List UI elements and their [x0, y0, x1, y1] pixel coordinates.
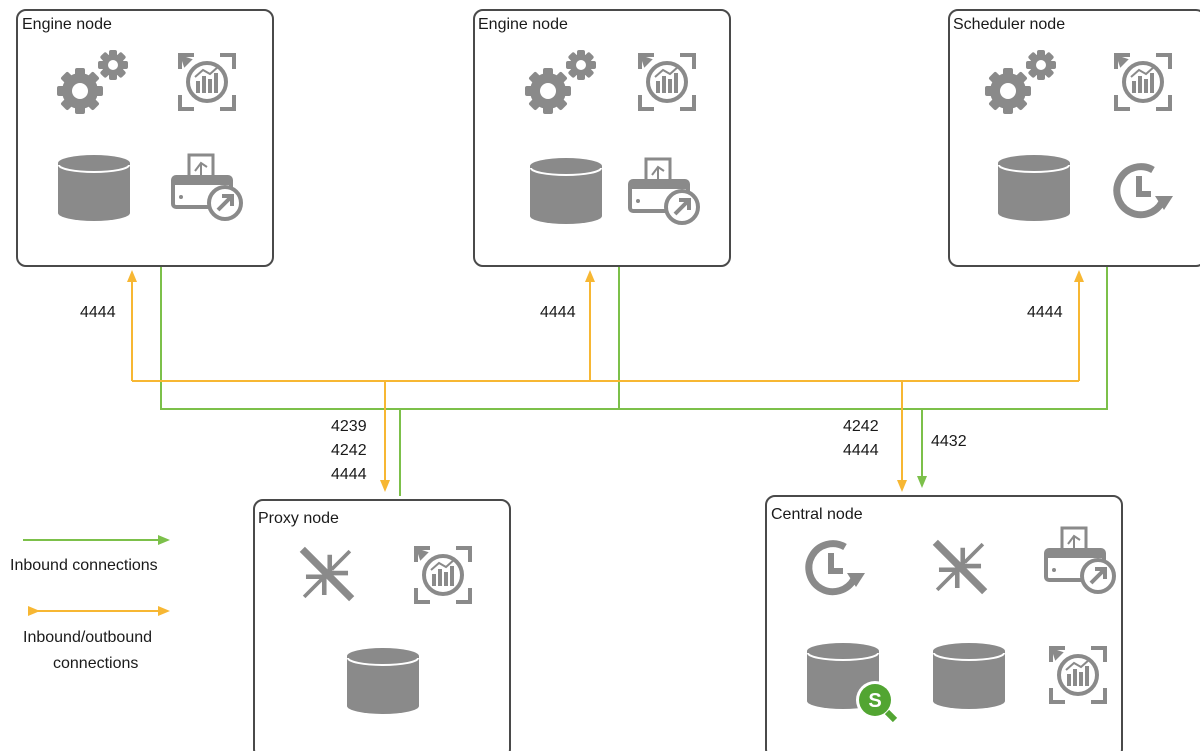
database-icon [529, 157, 603, 225]
engine-node-2: Engine node [473, 9, 731, 267]
database-icon [57, 154, 131, 222]
connections [127, 266, 1108, 496]
node-box [948, 9, 1200, 267]
node-box [473, 9, 731, 267]
central-port-label: 4444 [843, 442, 879, 459]
architecture-diagram: S 4444 4444 4444 4239 4242 4444 4242 444… [10, 9, 1200, 751]
legend-bidirectional-label: Inbound/outbound [23, 629, 152, 646]
central-port-label: 4242 [843, 418, 879, 435]
node-box [16, 9, 274, 267]
proxy-node: Proxy node [253, 499, 511, 751]
node-title: Scheduler node [953, 16, 1065, 33]
node-title: Engine node [478, 16, 568, 33]
scheduler-node: Scheduler node [948, 9, 1200, 267]
engine2-port-label: 4444 [540, 304, 576, 321]
database-icon [346, 647, 420, 715]
proxy-port-label: 4242 [331, 442, 367, 459]
legend-bidirectional-label: connections [53, 655, 138, 672]
node-title: Central node [771, 506, 863, 523]
proxy-port-label: 4239 [331, 418, 367, 435]
engine-node-1: Engine node [16, 9, 274, 267]
proxy-port-label: 4444 [331, 466, 367, 483]
scheduler-port-label: 4444 [1027, 304, 1063, 321]
node-title: Proxy node [258, 510, 339, 527]
engine1-port-label: 4444 [80, 304, 116, 321]
node-title: Engine node [22, 16, 112, 33]
central-node: Central node [765, 495, 1123, 751]
inbound-bus-line [160, 266, 1108, 410]
database-icon [997, 154, 1071, 222]
database-icon [932, 642, 1006, 710]
port-labels: 4444 4444 4444 4239 4242 4444 4242 4444 … [80, 304, 1063, 483]
central-inbound-port-label: 4432 [931, 433, 967, 450]
legend: Inbound connections Inbound/outbound con… [10, 535, 170, 672]
legend-inbound-label: Inbound connections [10, 557, 158, 574]
